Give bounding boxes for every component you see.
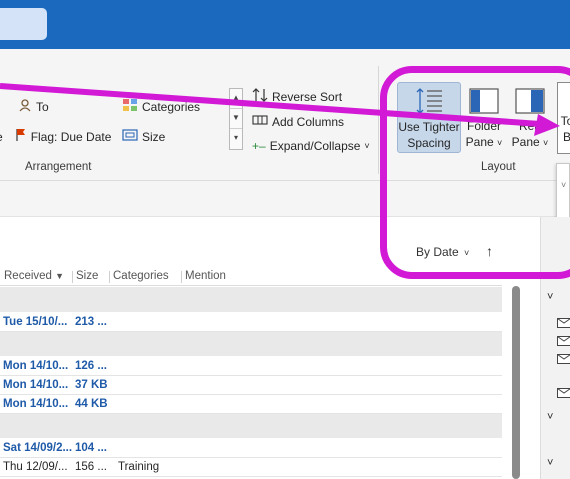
- annotation-highlight: [380, 66, 570, 279]
